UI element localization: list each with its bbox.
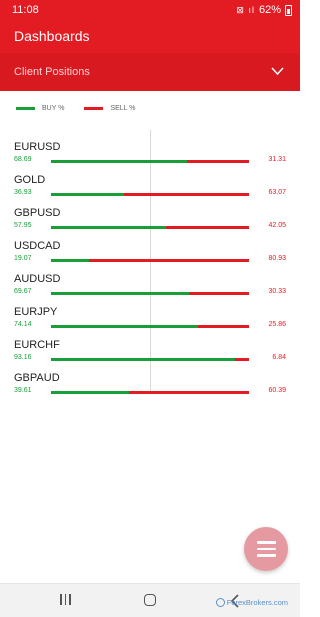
client-positions-dropdown[interactable]: Client Positions [0,53,300,91]
sell-legend-label: SELL % [110,105,136,112]
buy-value: 74.14 [14,321,32,328]
buy-bar [51,325,198,328]
buy-bar [51,292,189,295]
position-row: USDCAD 19.07 80.93 [0,240,300,273]
pair-name: GOLD [14,174,46,186]
app-bar: Dashboards [0,20,300,53]
sell-bar [124,193,249,196]
position-row: AUDUSD 69.67 30.33 [0,273,300,306]
sell-bar [129,391,249,394]
position-bar [51,391,249,394]
buy-bar [51,259,89,262]
chevron-down-icon[interactable] [271,65,284,78]
buy-value: 39.61 [14,387,32,394]
pair-name: USDCAD [14,240,61,252]
buy-bar [51,391,130,394]
sell-legend-swatch [84,107,104,110]
section-title: Client Positions [14,66,90,78]
sell-value: 63.07 [268,189,286,196]
hamburger-icon [256,541,276,544]
position-bar [51,226,249,229]
pair-name: EURCHF [14,339,60,351]
position-bar [51,193,249,196]
watermark-logo-icon [215,598,225,607]
watermark-text: ForexBrokers.com [226,598,288,607]
buy-value: 57.95 [14,222,32,229]
sell-bar [235,358,249,361]
buy-value: 69.67 [14,288,32,295]
system-nav-bar: ForexBrokers.com [0,583,300,617]
position-bar [51,259,249,262]
buy-bar [51,226,166,229]
sell-bar [197,325,249,328]
sell-value: 31.31 [268,156,286,163]
position-bar [51,325,249,328]
watermark: ForexBrokers.com [215,598,288,607]
sell-value: 30.33 [268,288,286,295]
sell-bar [187,160,249,163]
buy-bar [51,193,125,196]
pair-name: EURUSD [14,141,61,153]
position-bar [51,292,249,295]
sell-value: 25.86 [268,321,286,328]
buy-value: 36.93 [14,189,32,196]
status-bar: 11:08 ⊠ ıl 62% [0,0,300,20]
sell-value: 6.84 [272,354,286,361]
pair-name: EURJPY [14,306,58,318]
home-button[interactable] [144,594,156,606]
buy-value: 93.16 [14,354,32,361]
position-row: GBPUSD 57.95 42.05 [0,207,300,240]
sell-value: 80.93 [268,255,286,262]
recent-apps-button[interactable] [60,594,71,605]
battery-percent: 62% [258,4,281,16]
sell-value: 42.05 [268,222,286,229]
menu-fab-button[interactable] [244,527,288,571]
position-row: EURCHF 93.16 6.84 [0,339,300,372]
buy-bar [51,358,236,361]
position-row: GOLD 36.93 63.07 [0,174,300,207]
pair-name: GBPUSD [14,207,61,219]
signal-icon: ⊠ ıl [236,4,255,15]
sell-bar [188,292,249,295]
buy-legend-label: BUY % [42,105,65,112]
buy-value: 19.07 [14,255,32,262]
sell-value: 60.39 [268,387,286,394]
buy-legend-swatch [16,107,35,110]
position-row: EURUSD 68.69 31.31 [0,141,300,174]
legend: BUY % SELL % [16,105,135,112]
position-bar [51,160,249,163]
battery-icon [285,4,292,16]
page-title: Dashboards [14,28,90,44]
status-time: 11:08 [12,4,39,16]
position-row: EURJPY 74.14 25.86 [0,306,300,339]
sell-bar [88,259,249,262]
position-row: GBPAUD 39.61 60.39 [0,372,300,405]
buy-bar [51,160,187,163]
sell-bar [165,226,249,229]
position-bar [51,358,249,361]
pair-name: GBPAUD [14,372,60,384]
status-indicators: ⊠ ıl 62% [236,4,292,16]
buy-value: 68.69 [14,156,32,163]
pair-name: AUDUSD [14,273,61,285]
